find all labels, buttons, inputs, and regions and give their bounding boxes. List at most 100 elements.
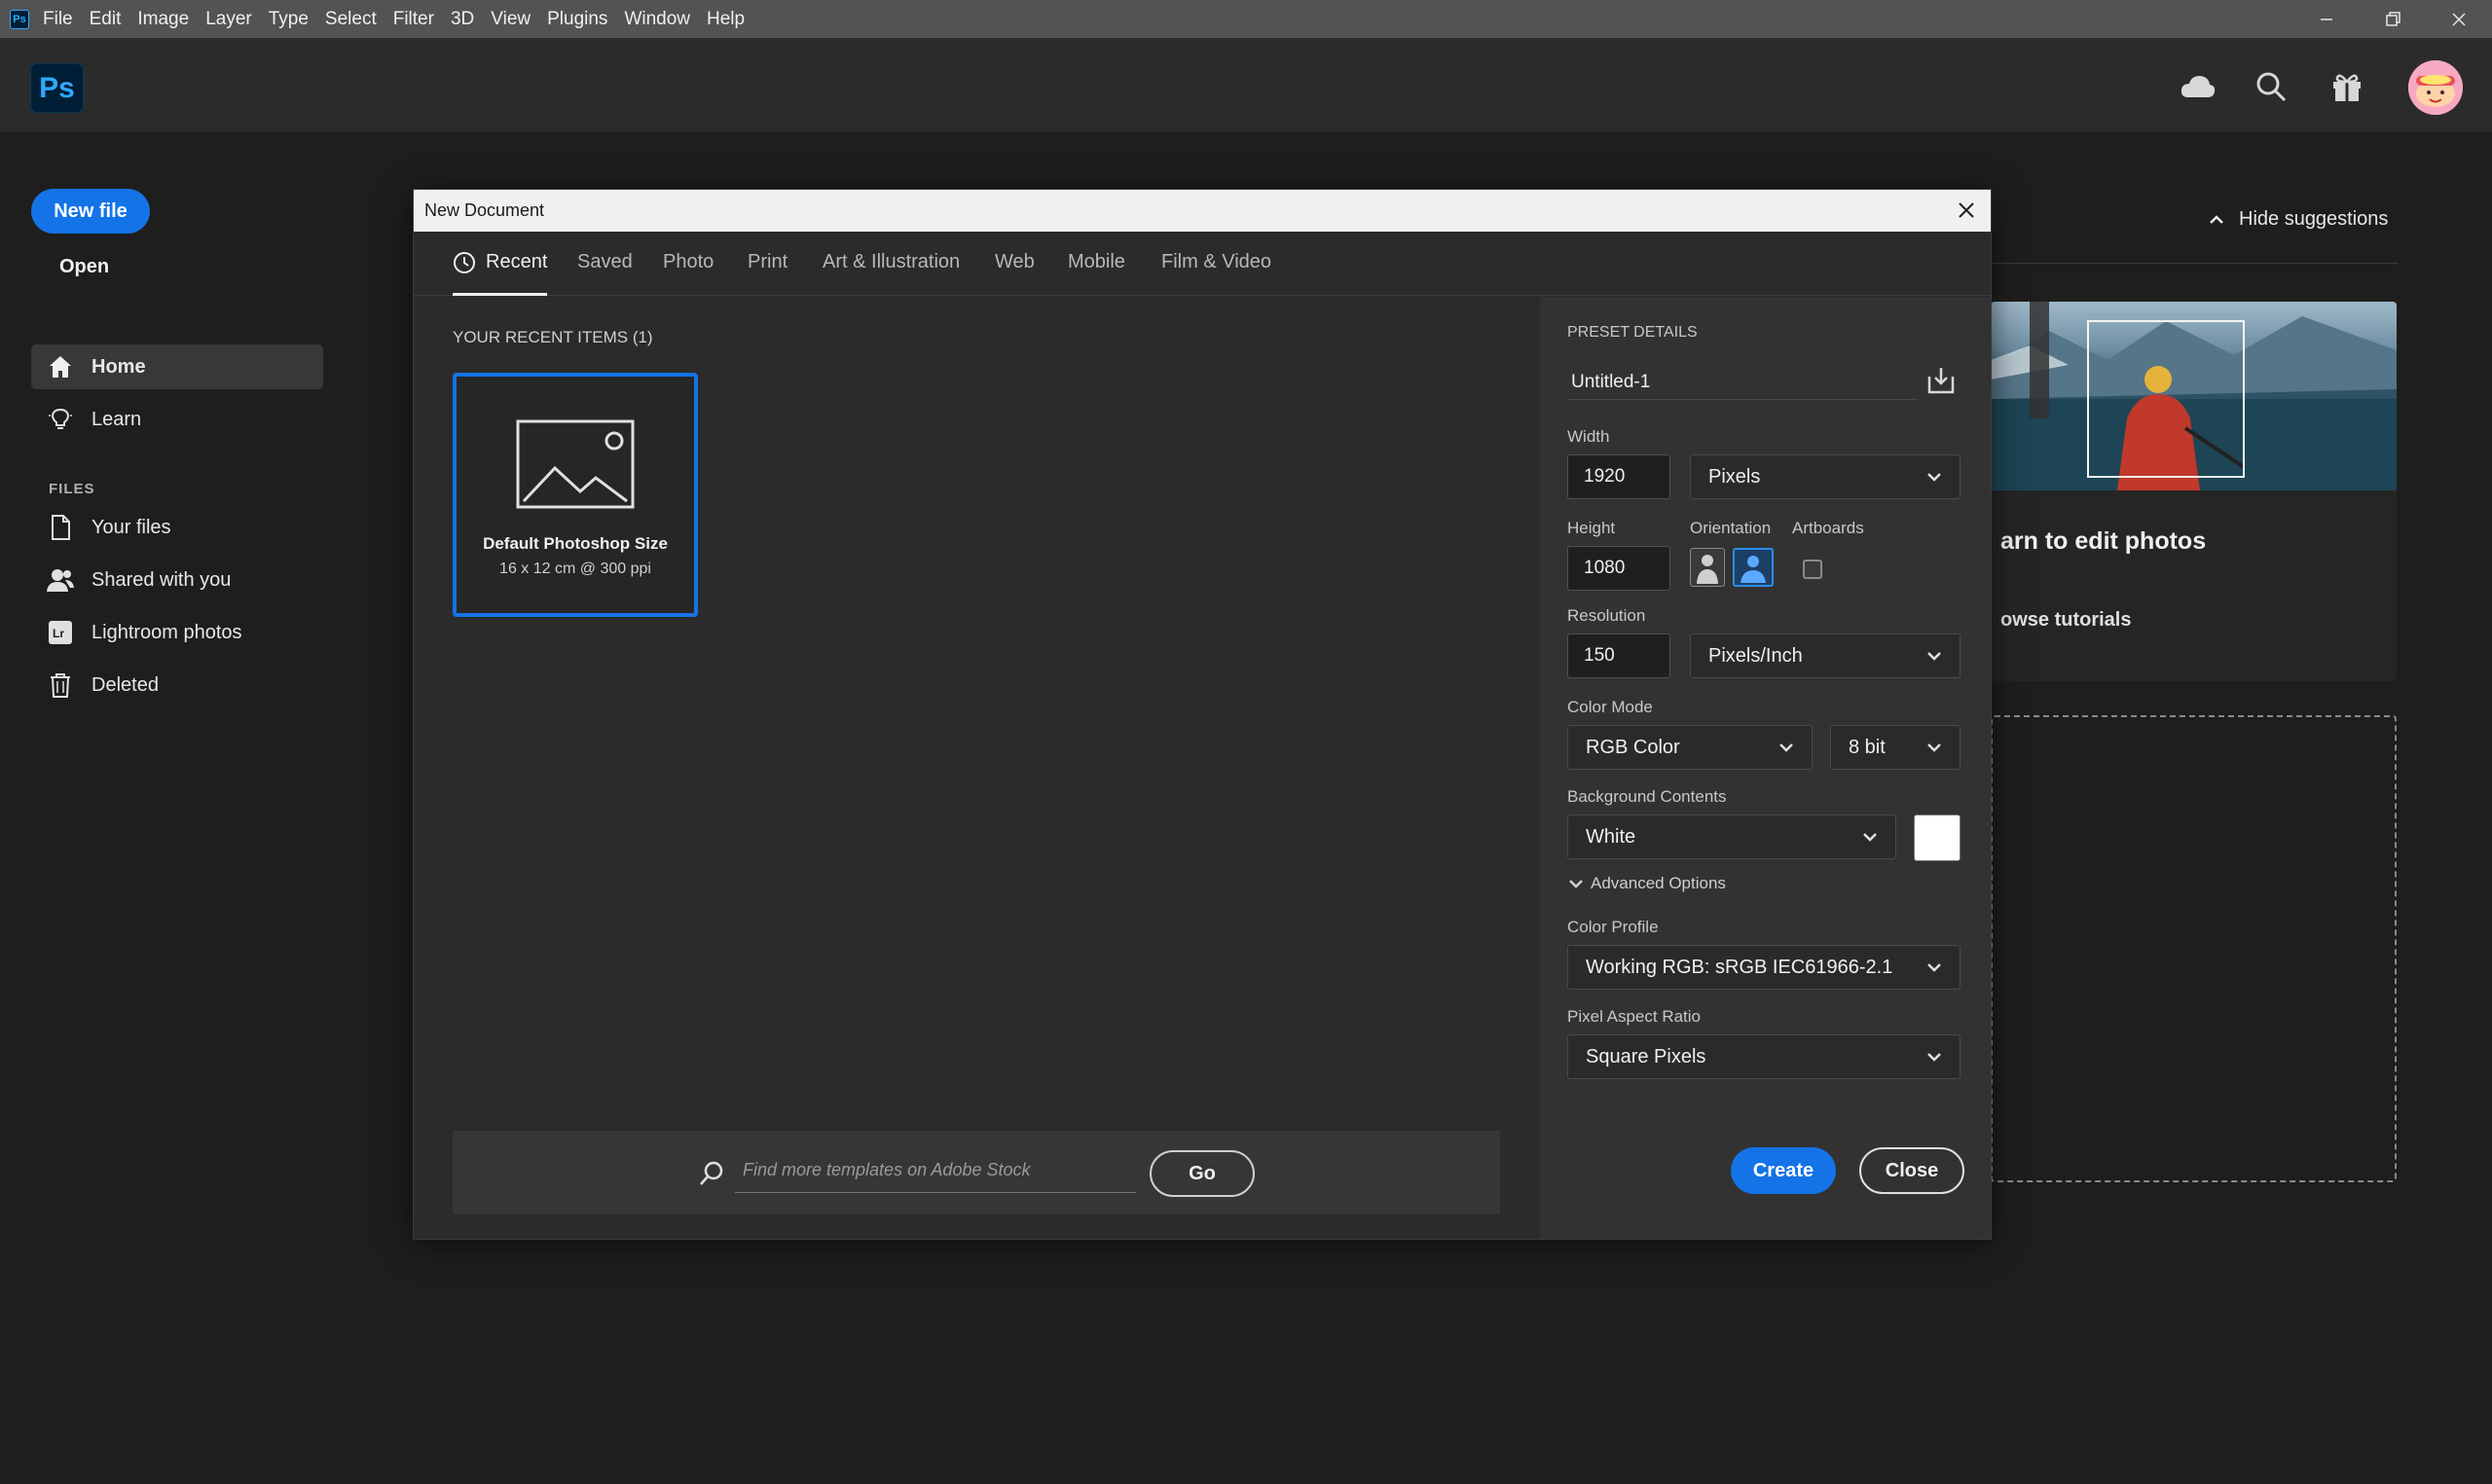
color-mode-label: Color Mode: [1567, 698, 1653, 716]
orientation-label: Orientation: [1690, 519, 1772, 537]
sidebar-item-shared[interactable]: Shared with you: [31, 558, 323, 602]
stock-search-input[interactable]: [735, 1148, 1136, 1193]
search-icon: [700, 1161, 723, 1185]
avatar[interactable]: [2408, 60, 2463, 115]
tab-saved[interactable]: Saved: [577, 251, 633, 296]
home-icon: [47, 353, 74, 380]
sidebar-item-label: Your files: [92, 516, 171, 538]
restore-icon[interactable]: [2360, 0, 2426, 38]
chevron-down-icon: [1927, 473, 1941, 482]
preset-name-field[interactable]: Untitled-1: [1567, 365, 1918, 400]
go-button[interactable]: Go: [1150, 1150, 1255, 1197]
menu-file[interactable]: File: [43, 9, 73, 30]
tab-film-video[interactable]: Film & Video: [1161, 251, 1271, 296]
menu-view[interactable]: View: [491, 9, 531, 30]
background-contents-value: White: [1586, 825, 1636, 848]
chevron-down-icon: [1927, 652, 1941, 661]
chevron-down-icon: [1569, 880, 1583, 888]
menu-select[interactable]: Select: [325, 9, 377, 30]
drop-zone[interactable]: [1991, 715, 2397, 1182]
landscape-orientation-button[interactable]: [1733, 548, 1774, 587]
width-unit-select[interactable]: Pixels: [1690, 454, 1961, 499]
suggestion-card[interactable]: arn to edit photos owse tutorials: [1991, 302, 2397, 681]
save-preset-icon[interactable]: [1925, 365, 1957, 396]
suggestion-title: arn to edit photos: [2000, 527, 2207, 555]
tab-label: Recent: [486, 251, 548, 272]
close-button[interactable]: Close: [1859, 1147, 1964, 1194]
browse-tutorials-link[interactable]: owse tutorials: [2000, 609, 2131, 632]
close-icon[interactable]: [1954, 198, 1979, 223]
menu-layer[interactable]: Layer: [205, 9, 252, 30]
menu-window[interactable]: Window: [624, 9, 690, 30]
menu-filter[interactable]: Filter: [393, 9, 434, 30]
resolution-unit-select[interactable]: Pixels/Inch: [1690, 633, 1961, 678]
portrait-orientation-button[interactable]: [1690, 548, 1725, 587]
pixel-aspect-ratio-label: Pixel Aspect Ratio: [1567, 1007, 1702, 1026]
resolution-unit-value: Pixels/Inch: [1708, 644, 1803, 667]
hide-suggestions-button[interactable]: Hide suggestions: [2208, 208, 2388, 231]
svg-text:Lr: Lr: [53, 627, 64, 640]
new-document-dialog: New Document Recent Saved Photo Print Ar…: [413, 189, 1992, 1240]
window-controls: [2293, 0, 2492, 38]
shared-users-icon: [47, 566, 74, 594]
new-file-button[interactable]: New file: [31, 189, 150, 234]
create-button[interactable]: Create: [1731, 1147, 1836, 1194]
open-button[interactable]: Open: [59, 256, 109, 278]
cloud-icon[interactable]: [2177, 65, 2219, 108]
landscape-icon: [1741, 556, 1766, 583]
menu-type[interactable]: Type: [269, 9, 309, 30]
resolution-input[interactable]: 150: [1567, 633, 1670, 678]
background-contents-select[interactable]: White: [1567, 814, 1896, 859]
recent-item-card[interactable]: Default Photoshop Size 16 x 12 cm @ 300 …: [453, 373, 698, 617]
tab-print[interactable]: Print: [748, 251, 788, 296]
artboards-checkbox[interactable]: [1803, 560, 1822, 579]
sidebar: New file Open Home Learn FILES Your file…: [0, 134, 350, 1484]
tab-recent[interactable]: Recent: [453, 251, 548, 296]
menu-3d[interactable]: 3D: [451, 9, 474, 30]
tab-art-illustration[interactable]: Art & Illustration: [823, 251, 960, 296]
dialog-title: New Document: [424, 200, 545, 220]
advanced-options-label: Advanced Options: [1591, 874, 1726, 892]
photoshop-logo: Ps: [30, 63, 84, 113]
color-mode-select[interactable]: RGB Color: [1567, 725, 1813, 770]
advanced-options-toggle[interactable]: Advanced Options: [1567, 874, 1726, 893]
chevron-down-icon: [1779, 743, 1793, 752]
chevron-down-icon: [1863, 833, 1877, 842]
background-contents-label: Background Contents: [1567, 787, 1727, 806]
clock-icon: [454, 252, 475, 273]
minimize-icon[interactable]: [2293, 0, 2360, 38]
close-window-icon[interactable]: [2426, 0, 2492, 38]
sidebar-item-home[interactable]: Home: [31, 344, 323, 389]
sidebar-item-your-files[interactable]: Your files: [31, 505, 323, 550]
menu-bar: Ps File Edit Image Layer Type Select Fil…: [0, 0, 2492, 38]
search-icon[interactable]: [2250, 65, 2292, 108]
sidebar-item-label: Deleted: [92, 673, 159, 696]
tab-mobile[interactable]: Mobile: [1068, 251, 1125, 296]
sidebar-item-label: Lightroom photos: [92, 621, 242, 643]
lightbulb-icon: [47, 406, 74, 433]
menu-edit[interactable]: Edit: [90, 9, 122, 30]
sidebar-item-lightroom[interactable]: Lr Lightroom photos: [31, 610, 323, 655]
sidebar-item-deleted[interactable]: Deleted: [31, 663, 323, 707]
background-color-swatch[interactable]: [1914, 814, 1961, 861]
width-unit-value: Pixels: [1708, 465, 1761, 488]
bit-depth-select[interactable]: 8 bit: [1830, 725, 1961, 770]
trash-icon: [47, 671, 74, 699]
menu-image[interactable]: Image: [137, 9, 189, 30]
menu-plugins[interactable]: Plugins: [547, 9, 607, 30]
files-section-header: FILES: [49, 481, 95, 497]
recent-items-pane: YOUR RECENT ITEMS (1) Default Photoshop …: [414, 297, 1538, 1239]
gift-icon[interactable]: [2326, 65, 2368, 108]
pixel-aspect-ratio-select[interactable]: Square Pixels: [1567, 1034, 1961, 1079]
height-input[interactable]: 1080: [1567, 546, 1670, 591]
menu-help[interactable]: Help: [707, 9, 745, 30]
suggestion-image: [1991, 302, 2397, 490]
color-profile-select[interactable]: Working RGB: sRGB IEC61966-2.1: [1567, 945, 1961, 990]
tab-web[interactable]: Web: [995, 251, 1035, 296]
chevron-down-icon: [1927, 1053, 1941, 1062]
dialog-titlebar: New Document: [414, 190, 1991, 232]
tab-photo[interactable]: Photo: [663, 251, 714, 296]
width-input[interactable]: 1920: [1567, 454, 1670, 499]
sidebar-item-learn[interactable]: Learn: [31, 397, 323, 442]
file-icon: [47, 514, 74, 541]
